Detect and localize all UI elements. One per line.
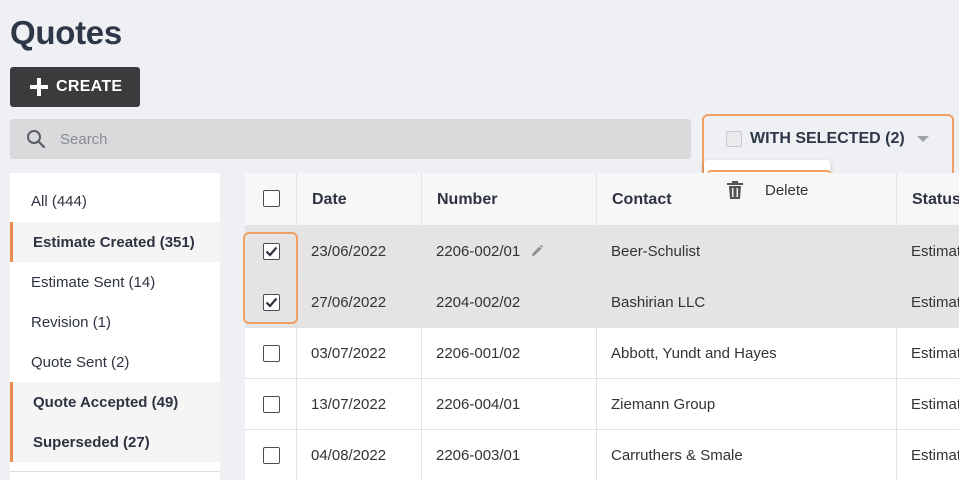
select-all-indicator — [726, 131, 742, 147]
table-row[interactable]: 27/06/2022 2204-002/02 Bashirian LLC Est… — [245, 277, 959, 328]
sidebar-item-label: Quote Sent (2) — [31, 353, 130, 371]
cell-contact: Beer-Schulist — [611, 242, 701, 260]
page-title: Quotes — [10, 14, 122, 51]
cell-date: 23/06/2022 — [311, 242, 387, 260]
row-checkbox[interactable] — [263, 396, 280, 413]
row-checkbox[interactable] — [263, 447, 280, 464]
sidebar-item-label: Superseded (27) — [33, 433, 150, 451]
create-button-label: CREATE — [56, 78, 123, 95]
cell-number: 2206-003/01 — [436, 446, 521, 464]
cell-number-text: 2206-002/01 — [436, 242, 521, 260]
sidebar-item-quote-sent[interactable]: Quote Sent (2) — [10, 342, 220, 382]
cell-date: 13/07/2022 — [311, 395, 387, 413]
cell-status: Estimate Created — [911, 293, 959, 311]
cell-contact: Ziemann Group — [611, 395, 716, 413]
column-divider — [896, 173, 897, 480]
cell-number: 2204-002/02 — [436, 293, 521, 311]
with-selected-button[interactable]: WITH SELECTED (2) — [710, 120, 950, 158]
sidebar-item-label: Estimate Sent (14) — [31, 273, 156, 291]
cell-number: 2206-001/02 — [436, 344, 521, 362]
table-row[interactable]: 13/07/2022 2206-004/01 Ziemann Group Est… — [245, 379, 959, 430]
column-divider — [421, 173, 422, 480]
plus-icon — [30, 78, 48, 96]
cell-date: 04/08/2022 — [311, 446, 387, 464]
table-row[interactable]: 03/07/2022 2206-001/02 Abbott, Yundt and… — [245, 328, 959, 379]
cell-status: Estimate Created — [911, 395, 959, 413]
table-row[interactable]: 23/06/2022 2206-002/01 Beer-Schulist Est… — [245, 226, 959, 277]
trash-icon — [727, 181, 743, 199]
cell-number: 2206-002/01 — [421, 226, 544, 276]
row-checkbox[interactable] — [263, 345, 280, 362]
table-header: Date Number Contact Status — [245, 173, 959, 226]
search-bar — [10, 119, 691, 159]
cell-contact: Carruthers & Smale — [611, 446, 743, 464]
sidebar-item-label: Estimate Created (351) — [33, 233, 195, 251]
cell-date: 03/07/2022 — [311, 344, 387, 362]
status-filter-sidebar: All (444) Estimate Created (351) Estimat… — [10, 173, 220, 480]
sidebar-item-superseded[interactable]: Superseded (27) — [10, 422, 220, 462]
pencil-icon[interactable] — [530, 244, 544, 258]
delete-label: Delete — [765, 181, 809, 199]
column-header-contact[interactable]: Contact — [596, 173, 896, 226]
table-row[interactable]: 04/08/2022 2206-003/01 Carruthers & Smal… — [245, 430, 959, 480]
sidebar-divider — [10, 471, 220, 472]
sidebar-item-revision[interactable]: Revision (1) — [10, 302, 220, 342]
create-button[interactable]: CREATE — [10, 67, 140, 107]
cell-contact: Abbott, Yundt and Hayes — [611, 344, 777, 362]
quotes-table: Date Number Contact Status 23/06/2022 22… — [245, 173, 959, 480]
cell-status: Estimate Created — [911, 344, 959, 362]
cell-date: 27/06/2022 — [311, 293, 387, 311]
search-icon — [26, 129, 46, 149]
sidebar-item-quote-accepted[interactable]: Quote Accepted (49) — [10, 382, 220, 422]
column-divider — [296, 173, 297, 480]
cell-number: 2206-004/01 — [436, 395, 521, 413]
column-header-status[interactable]: Status — [896, 173, 959, 226]
sidebar-item-all[interactable]: All (444) — [10, 181, 220, 221]
selected-rows-highlight — [243, 232, 298, 324]
sidebar-item-label: Revision (1) — [31, 313, 112, 331]
column-header-date[interactable]: Date — [296, 173, 421, 226]
sidebar-item-estimate-created[interactable]: Estimate Created (351) — [10, 222, 220, 262]
column-header-number[interactable]: Number — [421, 173, 596, 226]
with-selected-label: WITH SELECTED (2) — [750, 130, 905, 147]
cell-contact: Bashirian LLC — [611, 293, 706, 311]
sidebar-item-label: Quote Accepted (49) — [33, 393, 179, 411]
cell-status: Estimate Created — [911, 242, 959, 260]
chevron-down-icon — [916, 136, 929, 142]
sidebar-item-label: All (444) — [31, 192, 87, 210]
search-input[interactable] — [60, 130, 660, 148]
cell-status: Estimate Created — [911, 446, 959, 464]
select-all-checkbox[interactable] — [263, 190, 280, 207]
sidebar-item-estimate-sent[interactable]: Estimate Sent (14) — [10, 262, 220, 302]
column-divider — [596, 173, 597, 480]
